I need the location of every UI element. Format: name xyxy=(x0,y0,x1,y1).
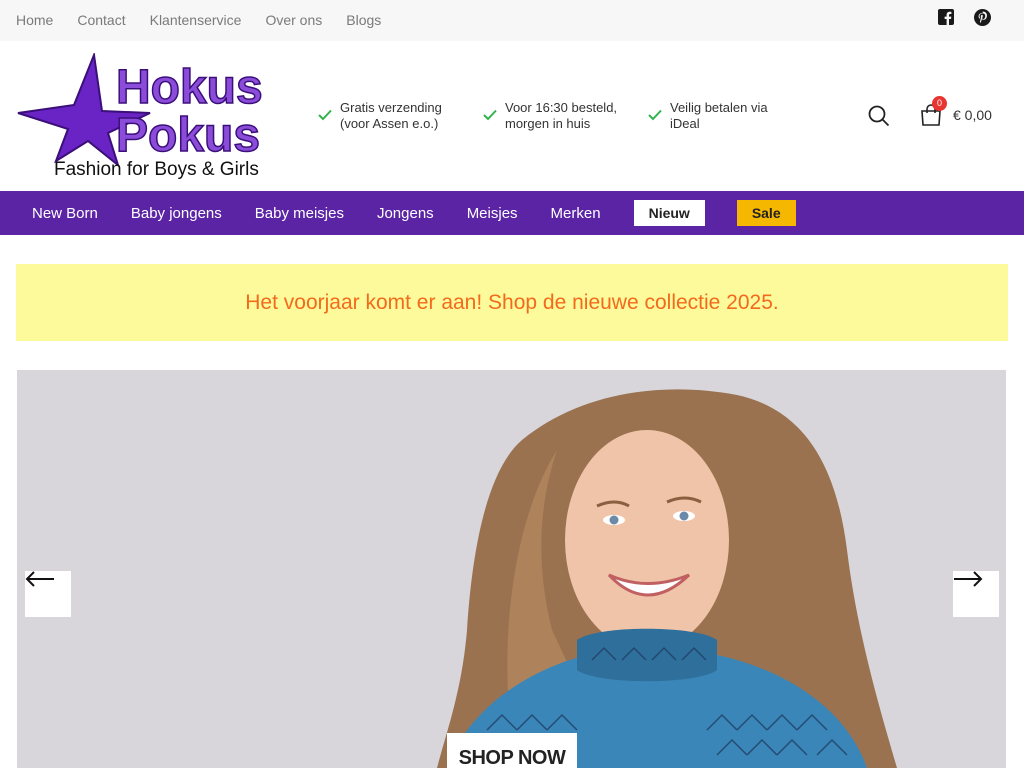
nav-item-new-born[interactable]: New Born xyxy=(32,205,98,222)
cart-total: € 0,00 xyxy=(953,107,992,123)
slider-prev-button[interactable] xyxy=(25,571,71,617)
nav-item-baby-jongens[interactable]: Baby jongens xyxy=(131,205,222,222)
social-links xyxy=(938,9,991,26)
promo-banner: Het voorjaar komt er aan! Shop de nieuwe… xyxy=(16,264,1008,341)
arrow-right-icon xyxy=(954,571,983,587)
arrow-left-icon xyxy=(25,571,54,587)
usp-item: Veilig betalen via iDeal xyxy=(648,100,813,132)
usp-list: Gratis verzending (voor Assen e.o.) Voor… xyxy=(318,100,813,132)
hero-slider: SHOP NOW xyxy=(17,370,1006,768)
nav-item-jongens[interactable]: Jongens xyxy=(377,205,434,222)
top-link-blogs[interactable]: Blogs xyxy=(346,11,381,29)
usp-item: Voor 16:30 besteld, morgen in huis xyxy=(483,100,648,132)
facebook-icon[interactable] xyxy=(938,9,954,25)
pinterest-icon[interactable] xyxy=(974,9,991,26)
site-logo[interactable]: Hokus Pokus Fashion for Boys & Girls xyxy=(16,51,272,181)
usp-text: Veilig betalen via iDeal xyxy=(670,100,768,131)
nav-item-nieuw[interactable]: Nieuw xyxy=(633,200,705,226)
shop-now-button[interactable]: SHOP NOW xyxy=(447,733,577,768)
usp-item: Gratis verzending (voor Assen e.o.) xyxy=(318,100,483,132)
nav-item-baby-meisjes[interactable]: Baby meisjes xyxy=(255,205,344,222)
usp-text: Voor 16:30 besteld, morgen in huis xyxy=(505,100,618,131)
search-icon[interactable] xyxy=(868,105,890,127)
top-link-over-ons[interactable]: Over ons xyxy=(265,11,322,29)
logo-line2: Pokus xyxy=(116,109,260,162)
logo-tagline: Fashion for Boys & Girls xyxy=(54,159,259,180)
top-bar: Home Contact Klantenservice Over ons Blo… xyxy=(0,0,1024,41)
top-link-home[interactable]: Home xyxy=(16,11,53,29)
promo-text[interactable]: Het voorjaar komt er aan! Shop de nieuwe… xyxy=(245,291,778,315)
check-icon xyxy=(318,109,332,121)
cart-count-badge: 0 xyxy=(932,96,947,111)
shopping-bag-icon: 0 xyxy=(919,96,947,127)
usp-text: Gratis verzending (voor Assen e.o.) xyxy=(340,100,442,131)
check-icon xyxy=(483,109,497,121)
nav-item-sale[interactable]: Sale xyxy=(736,200,796,226)
site-header: Hokus Pokus Fashion for Boys & Girls Gra… xyxy=(0,41,1024,191)
nav-item-merken[interactable]: Merken xyxy=(551,205,601,222)
logo-line1: Hokus xyxy=(116,61,263,114)
check-icon xyxy=(648,109,662,121)
top-nav: Home Contact Klantenservice Over ons Blo… xyxy=(16,11,381,29)
slider-next-button[interactable] xyxy=(953,571,999,617)
nav-item-meisjes[interactable]: Meisjes xyxy=(467,205,518,222)
hero-image xyxy=(17,370,1006,768)
main-nav: New Born Baby jongens Baby meisjes Jonge… xyxy=(0,191,1024,235)
cart-button[interactable]: 0 € 0,00 xyxy=(919,96,992,127)
top-link-klantenservice[interactable]: Klantenservice xyxy=(150,11,242,29)
top-link-contact[interactable]: Contact xyxy=(77,11,125,29)
